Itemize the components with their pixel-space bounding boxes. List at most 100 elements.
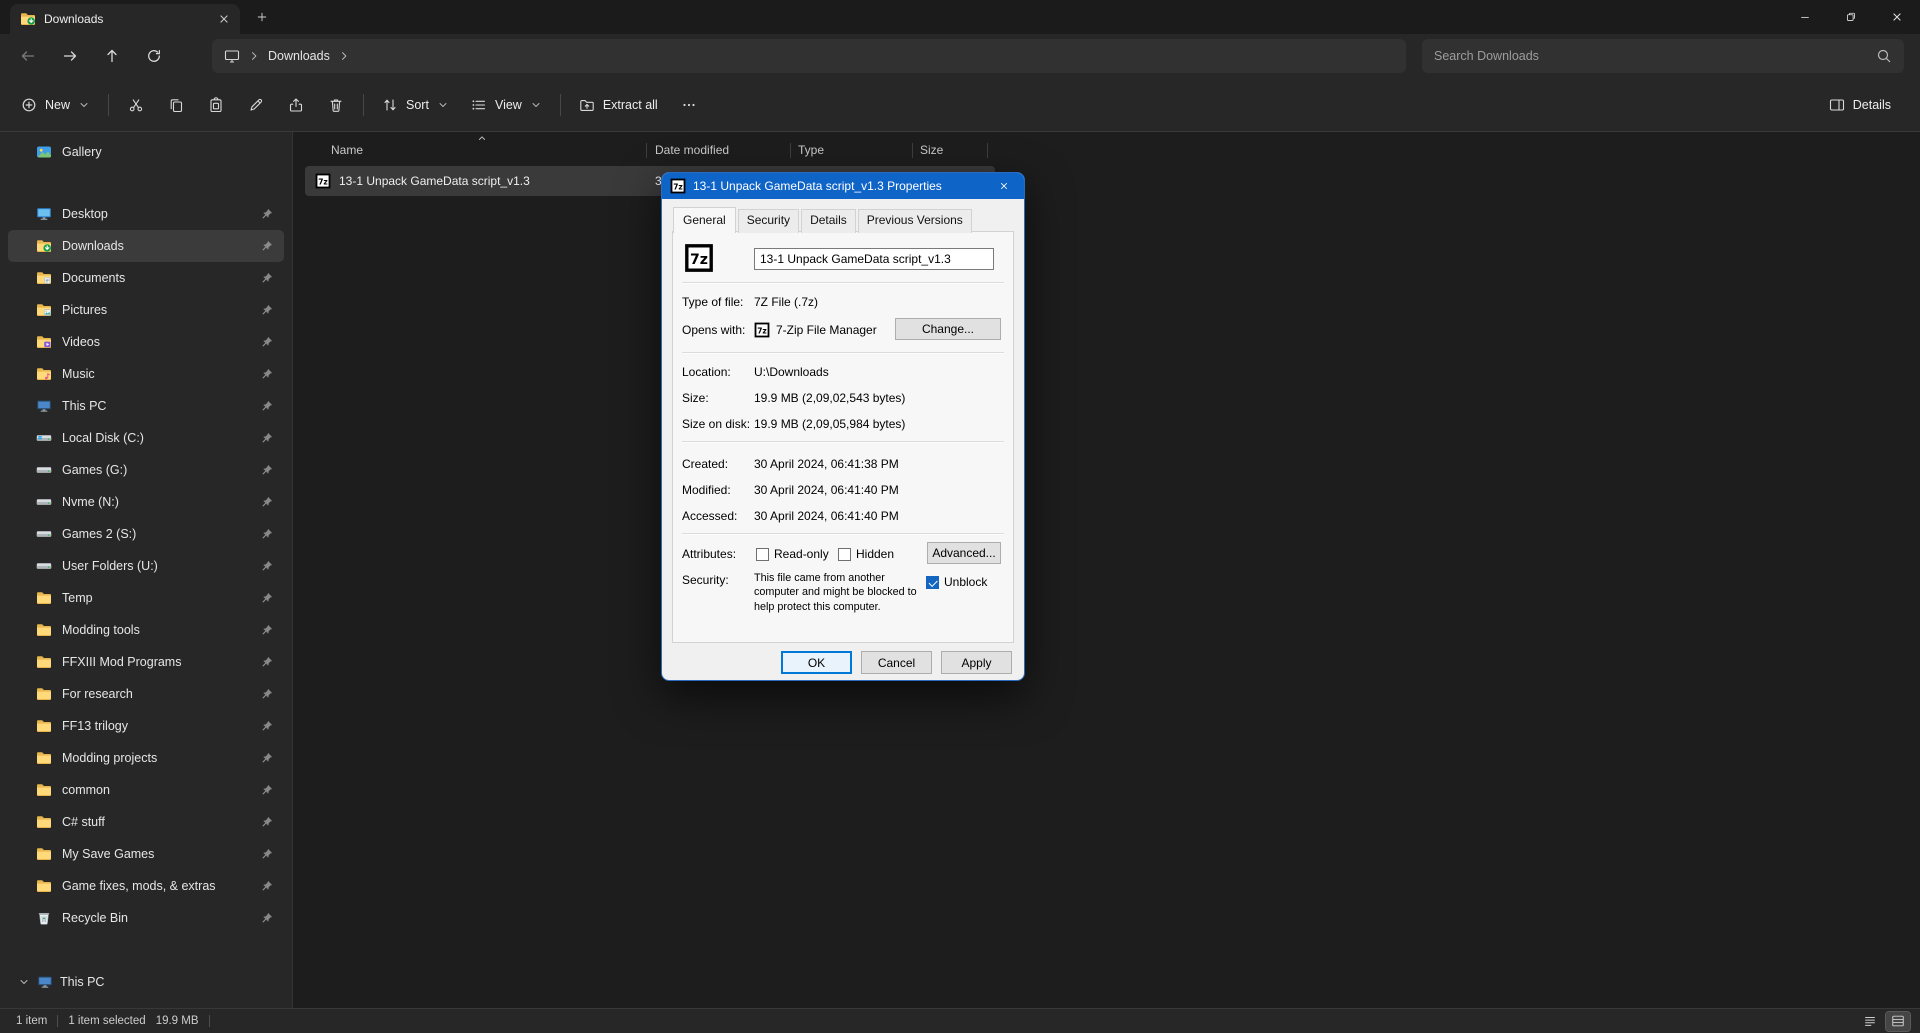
sidebar-item[interactable]: Pictures [8,294,284,326]
sidebar-item[interactable]: Local Disk (C:) [8,422,284,454]
column-separator[interactable] [987,143,988,158]
search-input[interactable] [1434,49,1876,63]
sidebar-item-label: Documents [62,271,126,285]
this-pc-icon[interactable] [224,48,240,64]
tab-details[interactable]: Details [801,209,856,233]
sidebar-item[interactable]: Games (G:) [8,454,284,486]
pin-icon [260,399,274,413]
chevron-right-icon[interactable] [338,50,350,62]
details-pane-button[interactable]: Details [1818,87,1902,123]
sidebar-pinned-list: Desktop Downloads Documents Pictures Vid… [0,198,292,934]
read-only-checkbox[interactable] [756,547,769,561]
sidebar-item-this-pc-tree[interactable]: This PC [8,966,284,998]
column-header-type[interactable]: Type [798,143,824,157]
extract-all-button[interactable]: Extract all [568,87,669,123]
sidebar-item[interactable]: This PC [8,390,284,422]
delete-button[interactable] [316,87,356,123]
close-button[interactable] [1874,0,1920,33]
window-controls [1782,0,1920,33]
sidebar-item[interactable]: For research [8,678,284,710]
sidebar-item[interactable]: Modding tools [8,614,284,646]
cancel-button[interactable]: Cancel [861,651,932,674]
column-separator[interactable] [912,143,913,158]
sidebar-item-label: common [62,783,110,797]
tab-security[interactable]: Security [737,209,800,233]
column-header-name[interactable]: Name [331,143,363,157]
sidebar-item[interactable]: Nvme (N:) [8,486,284,518]
chevron-down-icon [530,99,542,111]
sidebar-item[interactable]: User Folders (U:) [8,550,284,582]
minimize-button[interactable] [1782,0,1828,33]
sidebar-item[interactable]: C# stuff [8,806,284,838]
unblock-checkbox[interactable] [926,575,939,589]
sidebar-item-gallery[interactable]: Gallery [8,136,284,168]
tab-previous-versions[interactable]: Previous Versions [857,209,972,233]
list-view-toggle[interactable] [1858,1012,1882,1031]
search-icon [1876,48,1892,64]
search-box[interactable] [1422,39,1904,73]
sidebar-item[interactable]: Music [8,358,284,390]
accessed-label: Accessed: [682,509,738,523]
more-options-button[interactable] [669,87,709,123]
column-separator[interactable] [790,143,791,158]
pin-icon [260,431,274,445]
paste-button[interactable] [196,87,236,123]
tab-close-icon[interactable] [218,13,230,25]
chevron-down-icon[interactable] [18,976,30,988]
refresh-button[interactable] [136,38,172,74]
ok-button[interactable]: OK [781,651,852,674]
hidden-checkbox[interactable] [838,547,851,561]
sidebar-item[interactable]: Desktop [8,198,284,230]
dialog-close-button[interactable] [984,173,1024,199]
dialog-titlebar[interactable]: 7z 13-1 Unpack GameData script_v1.3 Prop… [662,173,1024,199]
sidebar-item-label: My Save Games [62,847,155,861]
sidebar-item[interactable]: FFXIII Mod Programs [8,646,284,678]
maximize-button[interactable] [1828,0,1874,33]
sidebar-item[interactable]: Games 2 (S:) [8,518,284,550]
type-of-file-value: 7Z File (.7z) [754,295,819,309]
back-button[interactable] [10,38,46,74]
column-separator[interactable] [646,143,647,158]
address-bar[interactable]: Downloads [212,39,1406,73]
tab-general[interactable]: General [673,207,736,233]
breadcrumb-downloads[interactable]: Downloads [268,49,330,63]
sidebar-item[interactable]: Game fixes, mods, & extras [8,870,284,902]
share-button[interactable] [276,87,316,123]
svg-text:7z: 7z [673,182,683,191]
forward-button[interactable] [52,38,88,74]
advanced-button[interactable]: Advanced... [927,542,1001,564]
column-header-date-modified[interactable]: Date modified [655,143,729,157]
unblock-option[interactable]: Unblock [926,575,987,589]
sidebar-item[interactable]: Temp [8,582,284,614]
gallery-icon [36,144,52,160]
new-tab-button[interactable] [248,3,276,31]
details-view-toggle[interactable] [1885,1010,1911,1032]
new-button[interactable]: New [10,87,101,123]
music-icon [36,366,52,382]
hidden-option[interactable]: Hidden [838,547,894,561]
sidebar-item[interactable]: Recycle Bin [8,902,284,934]
sidebar-item[interactable]: Documents [8,262,284,294]
sort-button[interactable]: Sort [371,87,460,123]
sidebar-item[interactable]: Downloads [8,230,284,262]
column-header-size[interactable]: Size [920,143,943,157]
apply-button[interactable]: Apply [941,651,1012,674]
7z-file-icon: 7z [315,173,331,189]
copy-button[interactable] [156,87,196,123]
view-button[interactable]: View [460,87,553,123]
up-button[interactable] [94,38,130,74]
sidebar-item[interactable]: My Save Games [8,838,284,870]
sidebar-item[interactable]: FF13 trilogy [8,710,284,742]
cut-button[interactable] [116,87,156,123]
explorer-tab-downloads[interactable]: Downloads [10,4,240,34]
rename-button[interactable] [236,87,276,123]
sidebar-item[interactable]: Modding projects [8,742,284,774]
change-button[interactable]: Change... [895,318,1001,340]
sidebar-item[interactable]: Videos [8,326,284,358]
sidebar-item[interactable]: common [8,774,284,806]
dialog-tabs: General Security Details Previous Versio… [673,207,974,233]
read-only-option[interactable]: Read-only [756,547,838,561]
desktop-icon [36,206,52,222]
chevron-right-icon[interactable] [248,50,260,62]
file-name-input[interactable] [754,248,994,270]
